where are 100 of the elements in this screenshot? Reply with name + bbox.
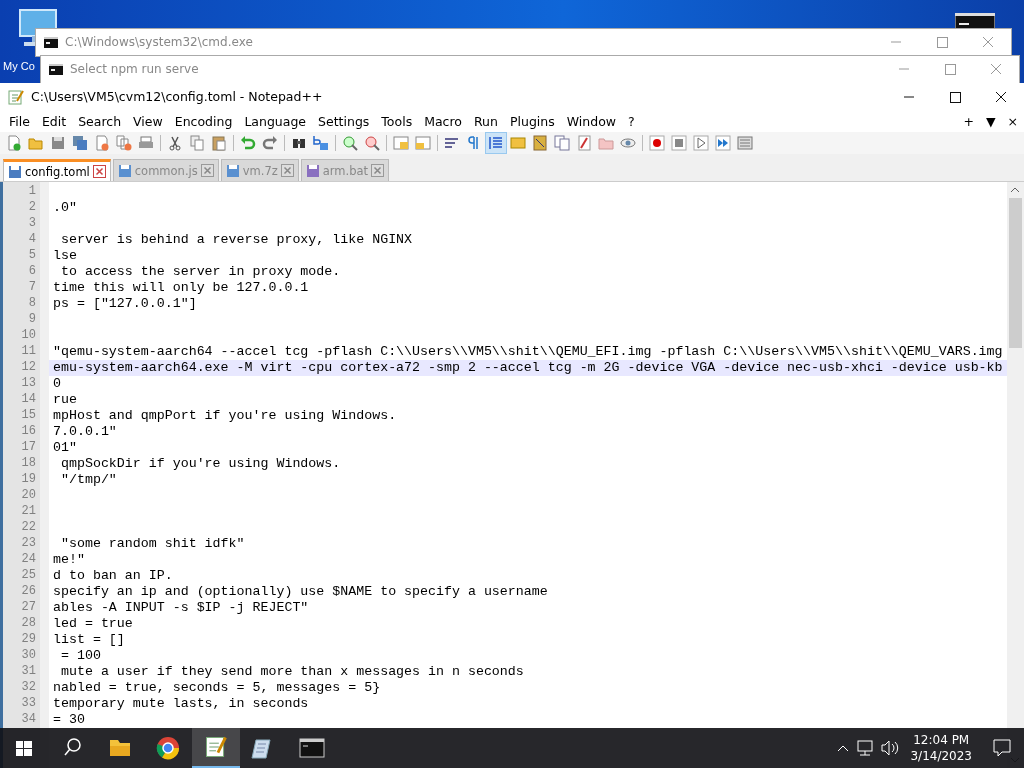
line-number: 19: [20, 472, 37, 488]
code-line: 7.0.0.1": [53, 424, 117, 439]
window-title: C:\Users\VM5\cvm12\config.toml - Notepad++: [31, 89, 323, 104]
code-line: server is behind a reverse proxy, like NGINX: [59, 232, 413, 247]
indent-guide-icon[interactable]: [486, 133, 506, 153]
close-icon[interactable]: [200, 164, 214, 177]
menu-item[interactable]: Encoding: [168, 111, 239, 131]
line-number: 3: [27, 216, 37, 232]
line-number: 27: [20, 600, 37, 616]
menu-item[interactable]: Language: [238, 111, 313, 131]
line-number: 23: [20, 536, 37, 552]
close-files-icon[interactable]: [114, 133, 134, 153]
scrollbar-thumb[interactable]: [1009, 198, 1022, 348]
line-number: 12: [20, 360, 37, 376]
notepad-icon[interactable]: [192, 728, 240, 768]
zoom-out-icon[interactable]: [362, 133, 382, 153]
close-icon[interactable]: [371, 164, 385, 177]
line-number: 6: [27, 264, 37, 280]
line-number: 28: [20, 616, 37, 632]
code-line: lse: [53, 248, 77, 263]
window-title: Select npm run serve: [70, 62, 199, 76]
line-number: 1: [27, 184, 37, 200]
code-line: "some random shit idfk": [59, 536, 245, 551]
menu-item[interactable]: Search: [72, 111, 128, 131]
line-number: 10: [20, 328, 37, 344]
line-number: 29: [20, 632, 37, 648]
line-number: 17: [20, 440, 37, 456]
document-list-icon[interactable]: [552, 133, 572, 153]
code-line: list = []: [53, 632, 125, 647]
close-icon[interactable]: [92, 165, 106, 178]
play-icon[interactable]: [691, 133, 711, 153]
stop-icon[interactable]: [669, 133, 689, 153]
code-line: me!": [53, 552, 85, 567]
replace-icon[interactable]: [311, 133, 331, 153]
code-line: mute a user if they send more than x messages in n seconds: [59, 664, 524, 679]
menu-item[interactable]: Macro: [418, 111, 468, 131]
code-line: "/tmp/": [59, 472, 117, 487]
line-number: 11: [20, 344, 37, 360]
code-line: emu-system-aarch64.exe -M virt -cpu cortex-a72 -smp 2 --accel tcg -m 2G -device VGA -device nec-usb-xhci -device usb-kb: [53, 360, 1003, 375]
line-number: 4: [27, 232, 37, 248]
clipboard-icon[interactable]: [209, 133, 229, 153]
menu-item[interactable]: Plugins: [503, 111, 561, 131]
line-number: 24: [20, 552, 37, 568]
code-line: nabled = true, seconds = 5, messages = 5}: [53, 680, 381, 695]
floppy-disks-icon[interactable]: [70, 133, 90, 153]
clock-date[interactable]: 3/14/2023: [910, 748, 972, 764]
close-icon[interactable]: [280, 164, 294, 177]
window-title: C:\Windows\system32\cmd.exe: [65, 35, 253, 49]
fast-forward-icon[interactable]: [713, 133, 733, 153]
menu-item[interactable]: View: [127, 111, 169, 131]
line-number: 2: [27, 200, 37, 216]
file-tab[interactable]: config.toml: [3, 159, 111, 181]
clock-time[interactable]: 12:04 PM: [913, 732, 970, 748]
line-number: 25: [20, 568, 37, 584]
menu-item[interactable]: Tools: [375, 111, 419, 131]
map-icon[interactable]: [530, 133, 550, 153]
code-line: 0: [53, 376, 61, 391]
menu-button[interactable]: +: [957, 111, 980, 131]
code-line: ps = ["127.0.0.1"]: [53, 296, 197, 311]
line-number: 7: [27, 280, 37, 296]
code-line: .0": [53, 200, 77, 215]
line-number: 15: [20, 408, 37, 424]
line-number: 34: [20, 712, 37, 728]
sync-horizontal-icon[interactable]: [413, 133, 433, 153]
desktop-icon-label[interactable]: My Co: [3, 60, 35, 72]
code-line: ables -A INPUT -s $IP -j REJECT": [53, 600, 309, 615]
line-number: 30: [20, 648, 37, 664]
sync-vertical-icon[interactable]: [391, 133, 411, 153]
line-number: 16: [20, 424, 37, 440]
menu-item[interactable]: File: [3, 111, 36, 131]
menu-item[interactable]: Run: [468, 111, 504, 131]
line-number: 33: [20, 696, 37, 712]
code-line: 01": [53, 440, 77, 455]
code-line: "qemu-system-aarch64 --accel tcg -pflash C:\\Users\\VM5\\shit\\QEMU_EFI.img -pflash C:\\Users\\VM5\\shit\\QEMU_VARS.img: [53, 344, 1003, 359]
menu-item[interactable]: Settings: [312, 111, 376, 131]
code-line: rue: [53, 392, 77, 407]
code-line: to access the server in proxy mode.: [59, 264, 341, 279]
record-icon[interactable]: [647, 133, 667, 153]
notepad-icon: [8, 88, 24, 105]
save-macro-icon[interactable]: [735, 133, 755, 153]
line-number: 14: [20, 392, 37, 408]
terminal-icon: [44, 36, 58, 48]
menu-item[interactable]: ?: [622, 111, 641, 131]
line-number: 20: [20, 488, 37, 504]
line-number: 21: [20, 504, 37, 520]
zoom-in-icon[interactable]: [340, 133, 360, 153]
code-line: specify an ip and (optionally) use $NAME to specify a username: [53, 584, 548, 599]
line-number: 5: [27, 248, 37, 264]
menu-button[interactable]: ▼: [979, 111, 1002, 131]
code-line: time this will only be 127.0.0.1: [53, 280, 309, 295]
menu-button[interactable]: ×: [1001, 111, 1024, 131]
menu-item[interactable]: Window: [560, 111, 623, 131]
menu-item[interactable]: Edit: [35, 111, 73, 131]
line-number: 22: [20, 520, 37, 536]
code-line: temporary mute lasts, in seconds: [53, 696, 309, 711]
line-number: 26: [20, 584, 37, 600]
tab-label[interactable]: config.toml: [25, 164, 90, 179]
line-number: 13: [20, 376, 37, 392]
code-line: led = true: [53, 616, 133, 631]
line-number: 8: [27, 296, 37, 312]
